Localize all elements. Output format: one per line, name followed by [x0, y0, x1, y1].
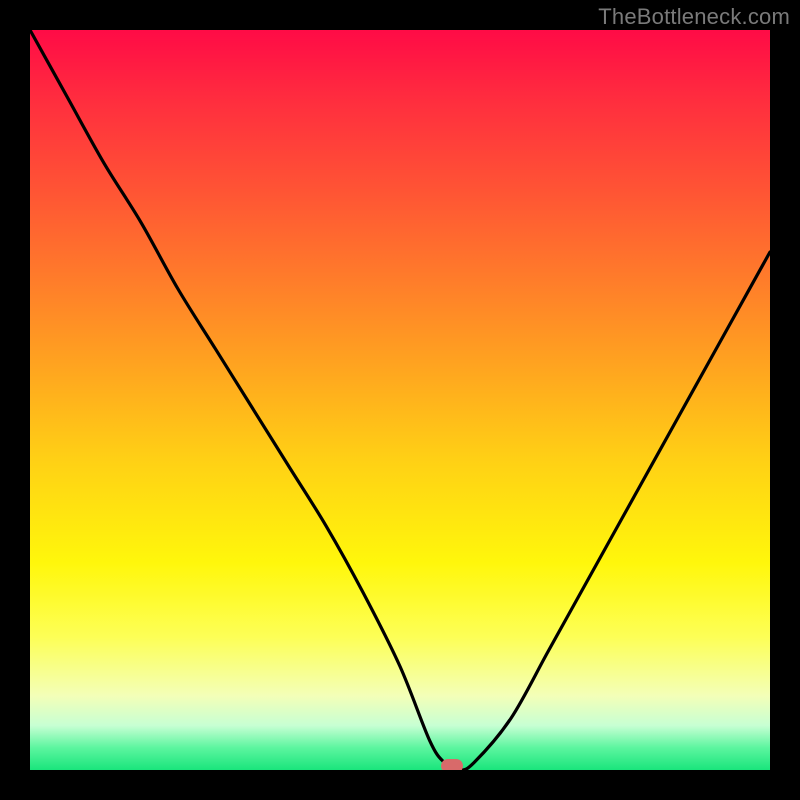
chart-frame: TheBottleneck.com	[0, 0, 800, 800]
watermark-text: TheBottleneck.com	[598, 4, 790, 30]
plot-area	[30, 30, 770, 770]
optimum-marker	[441, 759, 463, 770]
bottleneck-curve	[30, 30, 770, 770]
curve-svg	[30, 30, 770, 770]
